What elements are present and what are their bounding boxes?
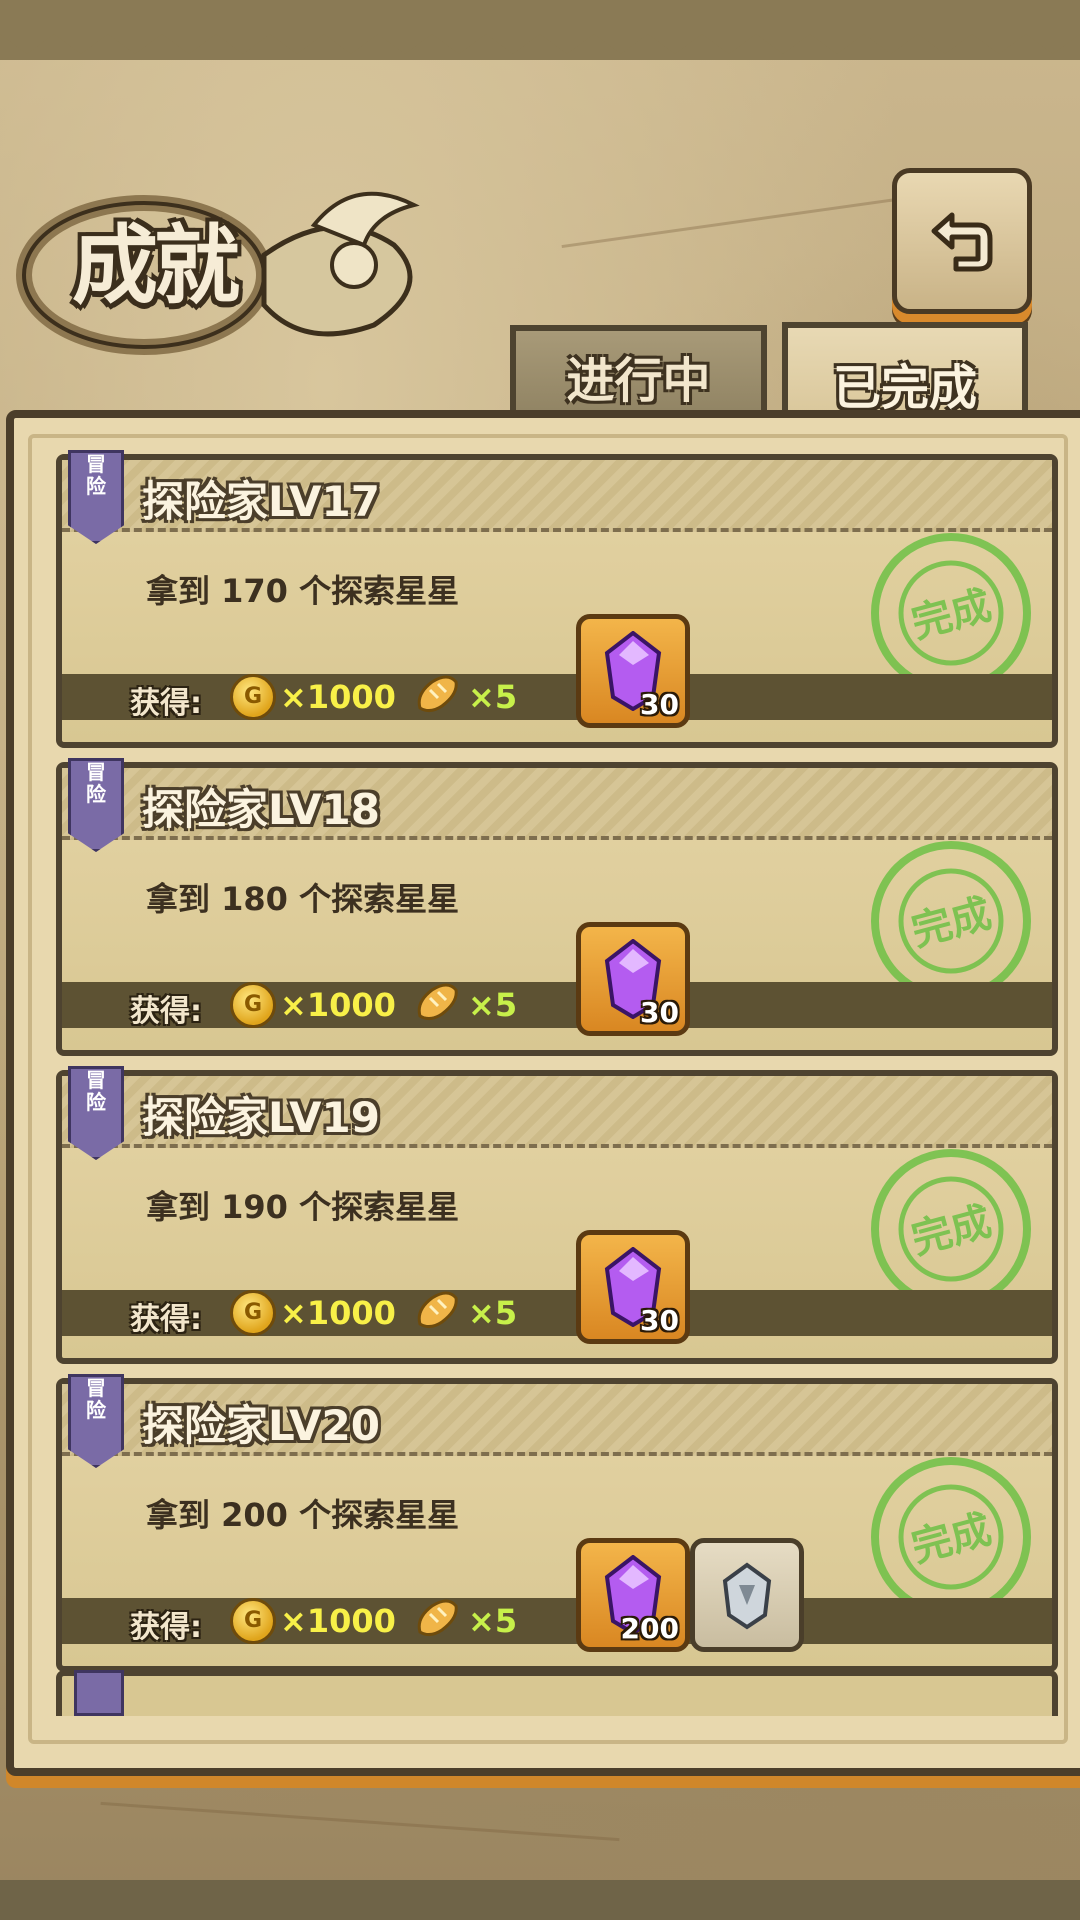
tab-in-progress[interactable]: 进行中: [510, 325, 767, 421]
item-quantity: 30: [640, 688, 679, 721]
bread-icon: [417, 983, 458, 1021]
reward-bar: 获得: G ×1000 ×5: [62, 1598, 1052, 1645]
reward-item-slot[interactable]: 30: [576, 614, 690, 728]
achievement-card: 冒险 探险家LV17 拿到 170 个探索星星 完成 获得: G ×1000 ×…: [56, 450, 1058, 748]
gold-coin-icon: G: [230, 982, 276, 1028]
silver-armor-icon: [722, 1562, 772, 1630]
category-badge: 冒险: [68, 758, 124, 852]
reward-label: 获得:: [130, 686, 202, 721]
complete-stamp-icon: 完成: [871, 1457, 1031, 1617]
zigzag-border: [0, 24, 1080, 54]
tab-label: 已完成: [832, 360, 977, 416]
bread-icon: [417, 1599, 458, 1637]
gold-coin-icon: G: [230, 1598, 276, 1644]
reward-item-slot[interactable]: 30: [576, 922, 690, 1036]
complete-stamp-icon: 完成: [871, 841, 1031, 1001]
achievement-card: 冒险 探险家LV20 拿到 200 个探索星星 完成 获得: G ×1000 ×…: [56, 1374, 1058, 1672]
bread-icon: [417, 1291, 458, 1329]
reward-bar: 获得: G ×1000 ×5: [62, 674, 1052, 721]
page-title: 成就: [72, 215, 240, 316]
complete-stamp-icon: 完成: [871, 1149, 1031, 1309]
complete-stamp-icon: 完成: [871, 533, 1031, 693]
reward-item-slot[interactable]: 200: [576, 1538, 690, 1652]
bread-reward: ×5: [468, 986, 518, 1024]
achievement-description: 拿到 170 个探索星星: [146, 572, 460, 610]
item-quantity: 30: [640, 996, 679, 1029]
gold-coin-icon: G: [230, 1290, 276, 1336]
reward-label: 获得:: [130, 1302, 202, 1337]
reward-bar: 获得: G ×1000 ×5: [62, 1290, 1052, 1337]
achievement-title: 探险家LV19: [142, 1093, 380, 1142]
gold-coin-icon: G: [230, 674, 276, 720]
coin-reward: ×1000: [280, 1602, 396, 1640]
bottom-band: [0, 1880, 1080, 1920]
reward-item-slot[interactable]: 30: [576, 1230, 690, 1344]
category-badge: 冒险: [68, 1066, 124, 1160]
bread-reward: ×5: [468, 678, 518, 716]
item-quantity: 30: [640, 1304, 679, 1337]
category-badge: 冒险: [68, 450, 124, 544]
next-card-peek: [56, 1670, 1058, 1716]
achievement-description: 拿到 180 个探索星星: [146, 880, 460, 918]
back-button[interactable]: [892, 168, 1032, 314]
achievement-card: 冒险 探险家LV19 拿到 190 个探索星星 完成 获得: G ×1000 ×…: [56, 1066, 1058, 1364]
category-badge: [74, 1670, 124, 1716]
bread-reward: ×5: [468, 1294, 518, 1332]
achievement-title: 探险家LV18: [142, 785, 380, 834]
coin-reward: ×1000: [280, 678, 396, 716]
achievement-card: 冒险 探险家LV18 拿到 180 个探索星星 完成 获得: G ×1000 ×…: [56, 758, 1058, 1056]
category-badge: 冒险: [68, 1374, 124, 1468]
achievement-title: 探险家LV17: [142, 477, 380, 526]
achievement-panel: 冒险 探险家LV17 拿到 170 个探索星星 完成 获得: G ×1000 ×…: [6, 410, 1080, 1776]
bread-icon: [417, 675, 458, 713]
bread-reward: ×5: [468, 1602, 518, 1640]
achievement-list-viewport[interactable]: 冒险 探险家LV17 拿到 170 个探索星星 完成 获得: G ×1000 ×…: [28, 434, 1068, 1744]
tab-label: 进行中: [566, 353, 711, 409]
achievement-description: 拿到 190 个探索星星: [146, 1188, 460, 1226]
coin-reward: ×1000: [280, 986, 396, 1024]
return-arrow-icon: [931, 212, 993, 272]
stamp-text: 完成: [907, 582, 996, 647]
reward-label: 获得:: [130, 1610, 202, 1645]
reward-item-slot[interactable]: [690, 1538, 804, 1652]
item-quantity: 200: [620, 1612, 679, 1645]
reward-bar: 获得: G ×1000 ×5: [62, 982, 1052, 1029]
stamp-text: 完成: [907, 1506, 996, 1571]
achievement-description: 拿到 200 个探索星星: [146, 1496, 460, 1534]
coin-reward: ×1000: [280, 1294, 396, 1332]
stamp-text: 完成: [907, 890, 996, 955]
reward-label: 获得:: [130, 994, 202, 1029]
stamp-text: 完成: [907, 1198, 996, 1263]
achievement-title: 探险家LV20: [142, 1401, 380, 1450]
